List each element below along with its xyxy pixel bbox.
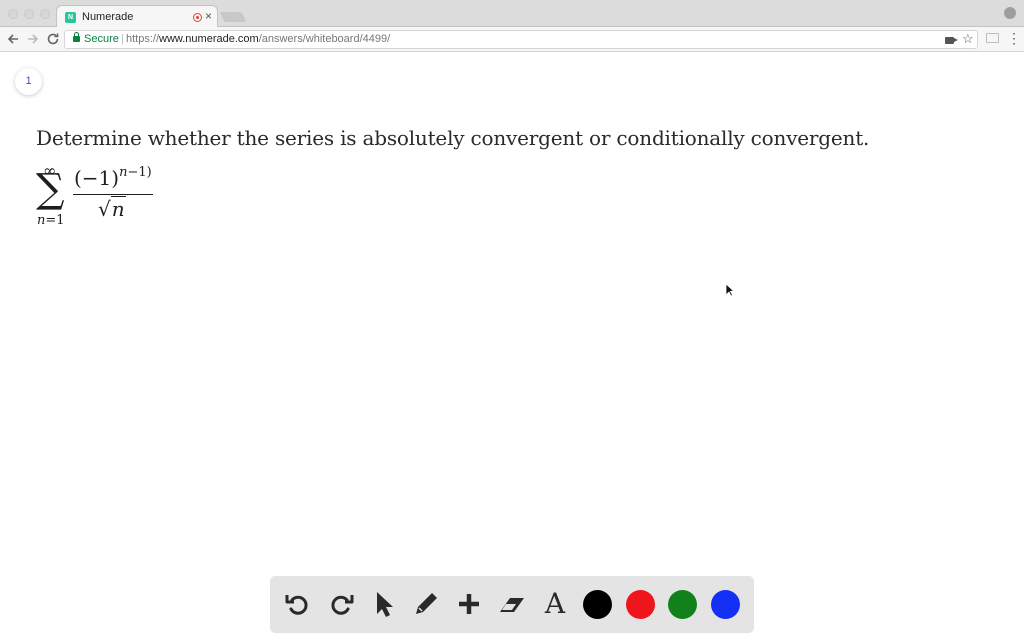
forward-button[interactable]: [25, 31, 41, 47]
browser-menu-icon[interactable]: ⋮: [1007, 30, 1021, 46]
window-minimize-button[interactable]: [24, 9, 34, 19]
fraction-bar: [73, 194, 153, 195]
url-path: /answers/whiteboard/4499/: [258, 33, 391, 45]
color-blue-swatch[interactable]: [711, 590, 740, 619]
bookmark-star-icon[interactable]: ☆: [962, 31, 974, 47]
profile-icon[interactable]: [1004, 7, 1016, 19]
browser-titlebar: N Numerade ×: [0, 0, 1024, 28]
tab-title: Numerade: [82, 11, 134, 23]
window-close-button[interactable]: [8, 9, 18, 19]
new-tab-button[interactable]: [219, 12, 247, 22]
camera-icon[interactable]: [945, 37, 958, 44]
radical-sign: √: [98, 197, 111, 221]
numerator-base: (−1): [74, 166, 120, 190]
sigma-symbol: ∑: [36, 166, 65, 212]
window-zoom-button[interactable]: [40, 9, 50, 19]
page-number-badge[interactable]: 1: [15, 68, 42, 95]
sum-lower-rest: =1: [45, 213, 65, 228]
numerade-favicon-icon: N: [65, 12, 76, 23]
color-green-swatch[interactable]: [668, 590, 697, 619]
color-black-swatch[interactable]: [583, 590, 612, 619]
url-separator: |: [121, 33, 124, 45]
problem-statement: Determine whether the series is absolute…: [36, 126, 870, 150]
cast-icon[interactable]: [986, 33, 999, 43]
recording-indicator-icon: [193, 13, 202, 22]
redo-icon[interactable]: [326, 589, 356, 619]
text-icon[interactable]: A: [540, 589, 570, 619]
mouse-cursor-icon: [725, 283, 735, 297]
series-formula: ∞ ∑ n=1 (−1)n−1) √n: [36, 160, 166, 235]
address-bar[interactable]: Secure | https://www.numerade.com/answer…: [64, 30, 978, 49]
lock-icon: [73, 32, 80, 42]
sum-lower-limit: n=1: [37, 213, 65, 228]
eraser-icon[interactable]: [497, 589, 527, 619]
secure-label: Secure: [84, 33, 119, 45]
browser-toolbar: Secure | https://www.numerade.com/answer…: [0, 27, 1024, 52]
numerator-exponent: n−1): [119, 165, 152, 180]
url-text: https://www.numerade.com/answers/whitebo…: [126, 33, 390, 45]
exponent-rest: −1): [127, 165, 152, 180]
fraction-denominator: √n: [98, 196, 126, 221]
color-red-swatch[interactable]: [626, 590, 655, 619]
drawing-toolbar: A: [270, 576, 754, 633]
radicand: n: [110, 196, 126, 221]
tab-close-button[interactable]: ×: [205, 9, 212, 23]
undo-icon[interactable]: [283, 589, 313, 619]
back-button[interactable]: [5, 31, 21, 47]
url-host: www.numerade.com: [159, 33, 259, 45]
browser-tab[interactable]: N Numerade ×: [56, 5, 218, 28]
plus-icon[interactable]: [454, 589, 484, 619]
pointer-icon[interactable]: [369, 589, 399, 619]
reload-button[interactable]: [45, 31, 61, 47]
url-scheme: https://: [126, 33, 160, 45]
pencil-icon[interactable]: [411, 589, 441, 619]
fraction-numerator: (−1)n−1): [74, 165, 152, 190]
